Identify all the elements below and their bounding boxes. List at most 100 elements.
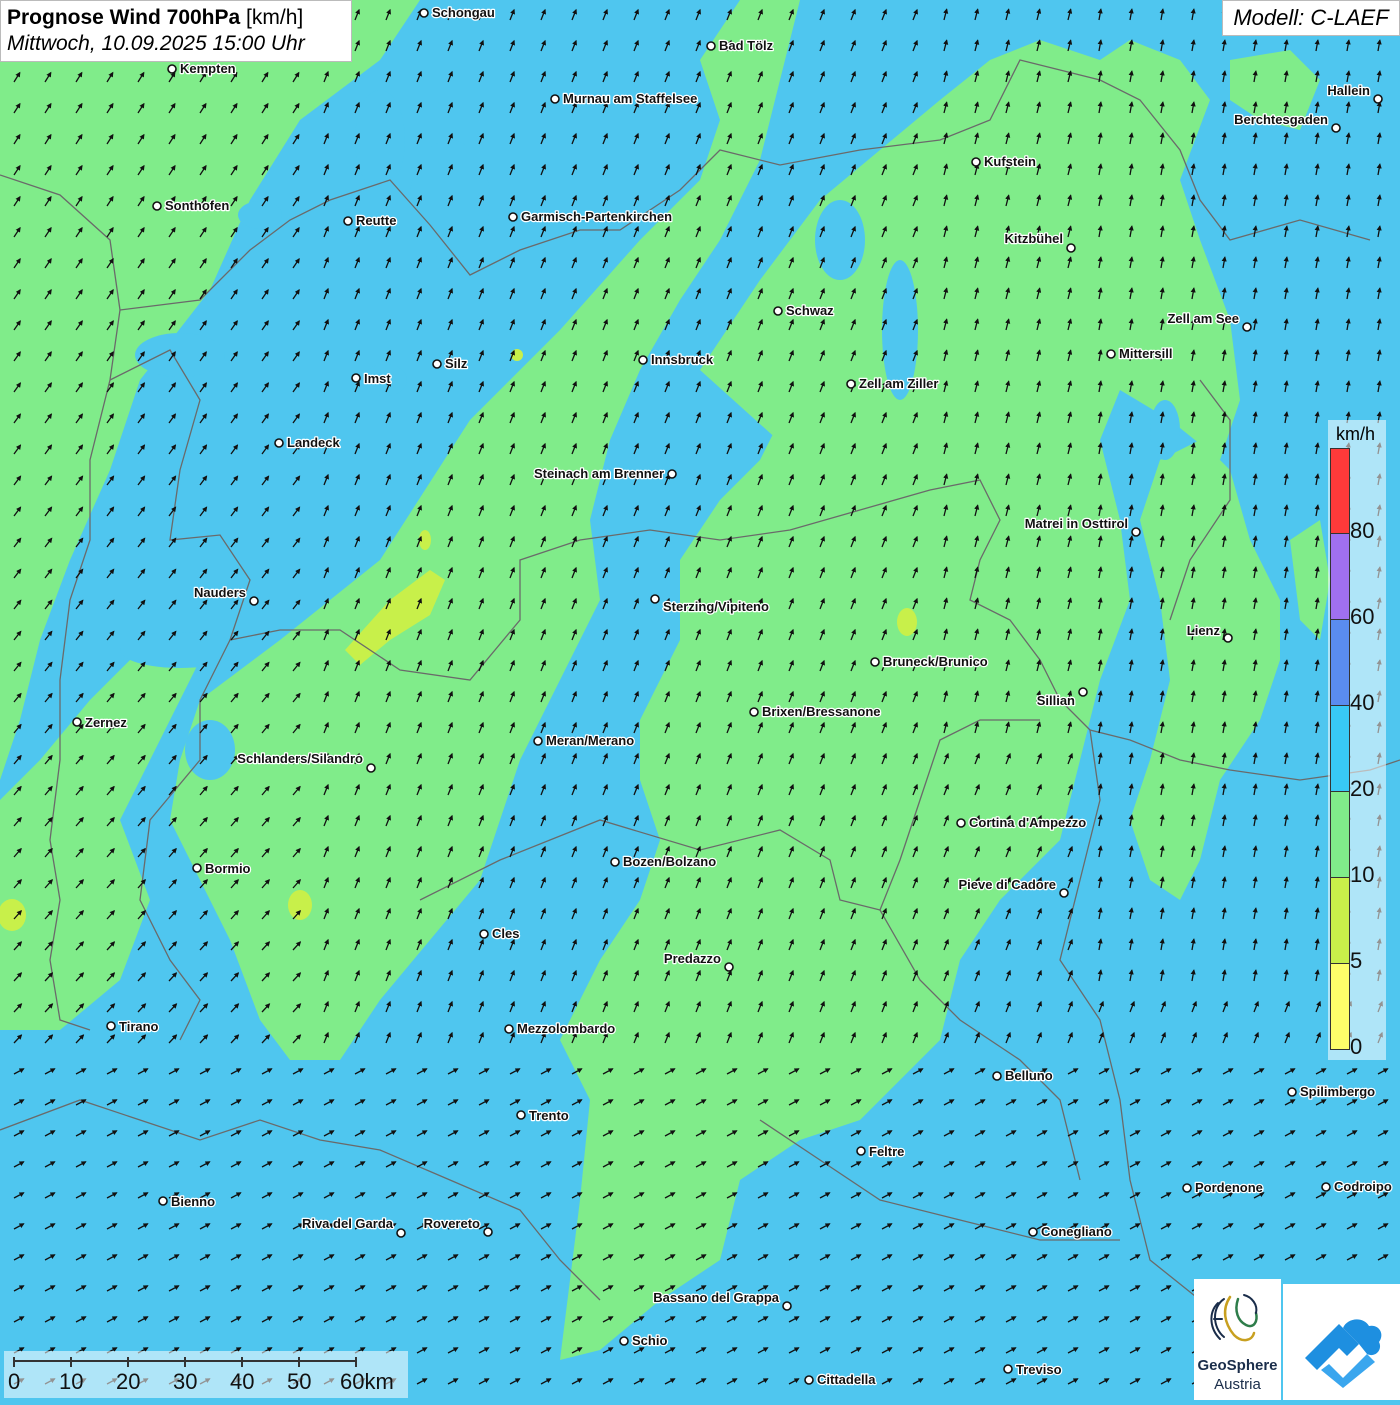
city-label: Berchtesgaden (1234, 112, 1328, 127)
legend-color-segment (1330, 878, 1350, 964)
city-marker[interactable] (1066, 243, 1076, 253)
city-label: Bruneck/Brunico (883, 654, 988, 669)
scale-tick: 40 (230, 1369, 255, 1394)
city-marker[interactable] (706, 41, 716, 51)
city-marker[interactable] (106, 1021, 116, 1031)
city-marker[interactable] (516, 1110, 526, 1120)
legend-color-segment (1330, 620, 1350, 706)
city-label: Sterzing/Vipiteno (663, 599, 769, 614)
city-marker[interactable] (638, 355, 648, 365)
map-title: Prognose Wind 700hPa [km/h] (7, 6, 304, 29)
city-marker[interactable] (1331, 123, 1341, 133)
city-marker[interactable] (724, 962, 734, 972)
legend-color-bar (1330, 448, 1350, 1050)
city-marker[interactable] (1131, 527, 1141, 537)
city-marker[interactable] (351, 373, 361, 383)
legend-tick-label: 0 (1350, 1034, 1363, 1059)
cloud-arrow-icon (1305, 1319, 1382, 1388)
legend-tick-label: 40 (1350, 690, 1375, 715)
city-marker[interactable] (533, 736, 543, 746)
city-label: Riva del Garda (302, 1216, 394, 1231)
city-marker[interactable] (1028, 1227, 1038, 1237)
city-label: Bassano del Grappa (653, 1290, 779, 1305)
city-marker[interactable] (1287, 1087, 1297, 1097)
city-marker[interactable] (1059, 888, 1069, 898)
city-marker[interactable] (610, 857, 620, 867)
geosphere-logo[interactable]: GeoSphere Austria (1194, 1279, 1281, 1400)
city-marker[interactable] (667, 469, 677, 479)
city-marker[interactable] (483, 1227, 493, 1237)
city-marker[interactable] (1373, 94, 1383, 104)
city-marker[interactable] (619, 1336, 629, 1346)
city-marker[interactable] (1078, 687, 1088, 697)
city-label: Landeck (287, 435, 341, 450)
city-marker[interactable] (504, 1024, 514, 1034)
geosphere-country: Austria (1214, 1376, 1261, 1393)
city-marker[interactable] (749, 707, 759, 717)
city-label: Imst (364, 371, 391, 386)
city-label: Mezzolombardo (517, 1021, 615, 1036)
city-marker[interactable] (971, 157, 981, 167)
city-label: Rovereto (424, 1216, 480, 1231)
city-marker[interactable] (782, 1301, 792, 1311)
color-legend: km/h 80 60 40 20 10 5 0 (1328, 420, 1386, 1060)
city-label: Steinach am Brenner (534, 466, 664, 481)
legend-tick-label: 60 (1350, 604, 1375, 629)
city-label: Lienz (1187, 623, 1221, 638)
city-label: Belluno (1005, 1068, 1053, 1083)
city-label: Silz (445, 356, 468, 371)
city-label: Schio (632, 1333, 667, 1348)
city-marker[interactable] (1223, 633, 1233, 643)
legend-color-segment (1330, 706, 1350, 792)
city-label: Schongau (432, 5, 495, 20)
legend-color-segment (1330, 534, 1350, 620)
city-marker[interactable] (550, 94, 560, 104)
city-marker[interactable] (343, 216, 353, 226)
city-marker[interactable] (1182, 1183, 1192, 1193)
city-label: Hallein (1327, 83, 1370, 98)
city-label: Schwaz (786, 303, 834, 318)
city-marker[interactable] (249, 596, 259, 606)
legend-color-segment (1330, 448, 1350, 534)
legend-tick-label: 10 (1350, 862, 1375, 887)
city-marker[interactable] (274, 438, 284, 448)
city-label: Sonthofen (165, 198, 229, 213)
city-label: Zell am See (1167, 311, 1239, 326)
wind-map[interactable]: Schongau Kempten Bad Tölz Murnau am Staffel… (0, 0, 1400, 1400)
city-marker[interactable] (192, 863, 202, 873)
city-marker[interactable] (846, 379, 856, 389)
city-marker[interactable] (396, 1228, 406, 1238)
city-marker[interactable] (1003, 1364, 1013, 1374)
city-label: Garmisch-Partenkirchen (521, 209, 672, 224)
scale-tick: 30 (173, 1369, 198, 1394)
city-marker[interactable] (1242, 322, 1252, 332)
city-marker[interactable] (804, 1375, 814, 1385)
city-marker[interactable] (1321, 1182, 1331, 1192)
city-marker[interactable] (1106, 349, 1116, 359)
city-marker[interactable] (773, 306, 783, 316)
city-label: Predazzo (664, 951, 721, 966)
city-marker[interactable] (432, 359, 442, 369)
city-marker[interactable] (508, 212, 518, 222)
city-marker[interactable] (366, 763, 376, 773)
city-marker[interactable] (158, 1196, 168, 1206)
city-marker[interactable] (856, 1146, 866, 1156)
city-marker[interactable] (72, 717, 82, 727)
scale-tick: 20 (116, 1369, 141, 1394)
city-label: Nauders (194, 585, 246, 600)
city-marker[interactable] (992, 1071, 1002, 1081)
city-marker[interactable] (167, 64, 177, 74)
geosphere-name: GeoSphere (1197, 1357, 1278, 1374)
city-marker[interactable] (870, 657, 880, 667)
app-logo[interactable] (1283, 1284, 1400, 1400)
city-marker[interactable] (956, 818, 966, 828)
city-label: Reutte (356, 213, 396, 228)
city-marker[interactable] (419, 8, 429, 18)
city-marker[interactable] (650, 594, 660, 604)
city-label: Innsbruck (651, 352, 714, 367)
city-label: Kitzbühel (1005, 231, 1064, 246)
city-label: Bormio (205, 861, 251, 876)
scale-tick: 60km (340, 1369, 394, 1394)
city-marker[interactable] (152, 201, 162, 211)
city-marker[interactable] (479, 929, 489, 939)
